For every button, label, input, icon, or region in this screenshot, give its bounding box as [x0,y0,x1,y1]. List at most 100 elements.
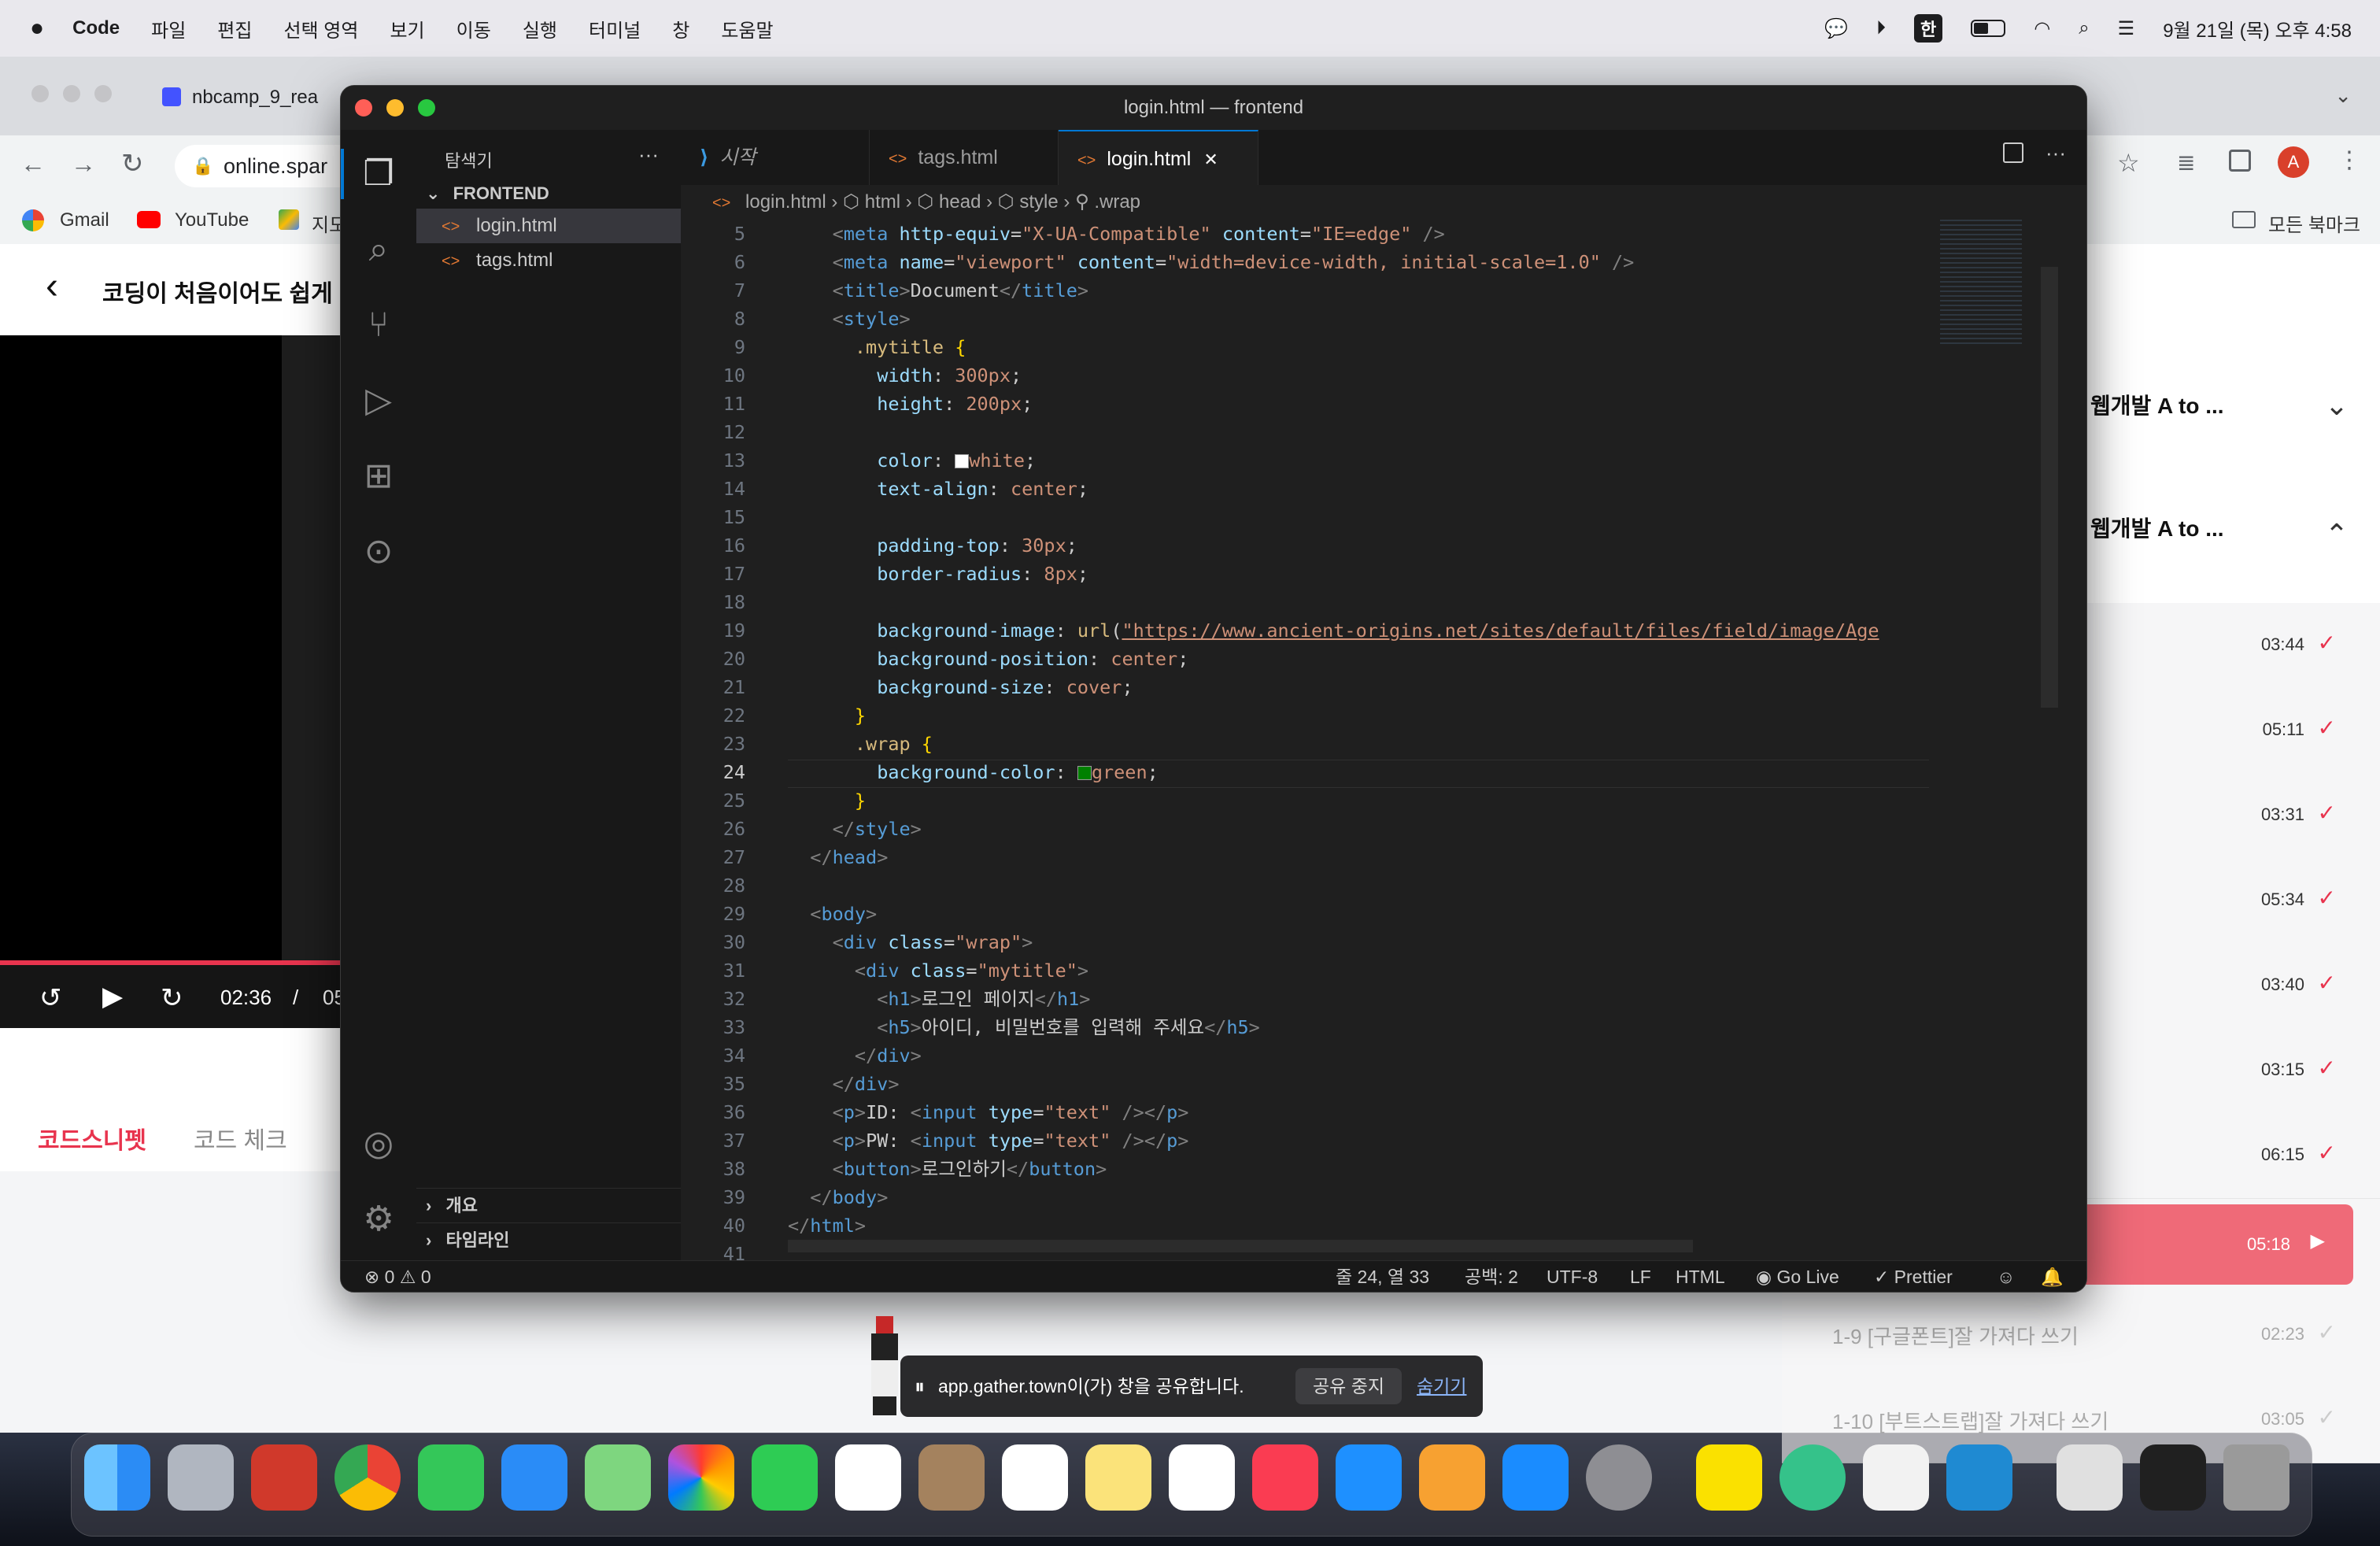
music-file-icon[interactable] [2057,1444,2123,1511]
extensions-icon[interactable]: ⊞ [355,453,402,500]
chrome-zoom-dot[interactable] [94,85,112,102]
encoding[interactable]: UTF-8 [1547,1261,1598,1292]
bookmark-gmail[interactable]: Gmail [60,209,109,231]
bell-icon[interactable]: 🔔 [2041,1261,2064,1292]
menu-view[interactable]: 보기 [390,15,424,43]
window-minimize-button[interactable] [386,99,404,117]
close-tab-icon[interactable]: ✕ [1203,150,1218,169]
address-bar[interactable]: 🔒 online.spar [175,145,364,187]
play-icon[interactable]: ▶ [102,981,123,1012]
chevron-down-icon[interactable]: ⌄ [2325,389,2349,422]
freeform-icon[interactable] [1169,1444,1235,1511]
account-icon[interactable]: ◎ [355,1120,402,1167]
keynote-icon[interactable] [1336,1444,1402,1511]
calendar-icon[interactable] [835,1444,901,1511]
side-panel-icon[interactable] [2229,150,2251,172]
star-icon[interactable]: ☆ [2117,148,2140,178]
chrome-canary-icon[interactable] [1779,1444,1846,1511]
cursor-position[interactable]: 줄 24, 열 33 [1336,1261,1429,1292]
progress-bar[interactable] [0,960,340,965]
search-icon[interactable]: ⌕ [355,226,402,273]
language-mode[interactable]: HTML [1676,1261,1725,1292]
chrome-menu-icon[interactable]: ⋮ [2338,146,2361,174]
menu-terminal[interactable]: 터미널 [589,15,641,43]
menu-run[interactable]: 실행 [523,15,557,43]
outline-section[interactable]: › 개요 [416,1188,681,1223]
tab-login-html[interactable]: <> login.html ✕ [1059,130,1258,185]
gear-icon[interactable]: ⚙ [355,1196,402,1243]
menubar-clock[interactable]: 9월 21일 (목) 오후 4:58 [2163,15,2352,43]
wifi-icon[interactable]: ◠ [2034,17,2050,40]
explorer-icon[interactable]: ❐ [355,150,402,198]
menu-go[interactable]: 이동 [456,15,491,43]
chrome-minimize-dot[interactable] [63,85,80,102]
vscode-icon[interactable] [1946,1444,2012,1511]
menu-selection[interactable]: 선택 영역 [283,15,358,43]
reading-list-icon[interactable]: ≣ [2177,150,2195,176]
breadcrumb-item[interactable]: head [939,191,981,213]
chrome-icon[interactable] [334,1444,401,1511]
tab-code-check[interactable]: 코드 체크 [194,1121,287,1156]
lesson-item[interactable]: 1-9 [구글폰트]잘 가져다 쓰기 02:23 ✓ [1782,1293,2380,1378]
run-debug-icon[interactable]: ▷ [355,377,402,424]
split-editor-icon[interactable] [2003,142,2023,163]
battery-icon[interactable] [1971,20,2006,37]
back-arrow-icon[interactable]: ← [20,150,46,179]
timeline-section[interactable]: › 타임라인 [416,1222,681,1258]
menu-file[interactable]: 파일 [151,15,186,43]
apple-icon[interactable]: ● [30,15,44,42]
spotlight-search-icon[interactable]: ⌕ [2079,17,2089,39]
facetime-icon[interactable] [752,1444,818,1511]
photos-icon[interactable] [668,1444,734,1511]
more-actions-icon[interactable]: ··· [2046,141,2066,165]
bookmark-youtube[interactable]: YouTube [175,209,249,231]
play-circle-icon[interactable]: ⏵ [1876,17,1886,39]
breadcrumb-item[interactable]: .wrap [1094,191,1140,213]
trash-icon[interactable] [2223,1444,2289,1511]
tab-welcome[interactable]: ⟩ 시작 [681,130,870,185]
breadcrumb-item[interactable]: login.html [745,191,826,213]
source-control-icon[interactable]: ⑂ [355,301,402,349]
menu-edit[interactable]: 편집 [217,15,252,43]
prettier-button[interactable]: ✓ Prettier [1874,1261,1953,1292]
reminders-icon[interactable] [1002,1444,1068,1511]
control-center-icon[interactable]: ☰ [2118,17,2135,40]
mail-icon[interactable] [501,1444,567,1511]
go-live-button[interactable]: ◉ Go Live [1756,1261,1839,1292]
chrome-tab[interactable]: nbcamp_9_rea [162,76,318,120]
photo-booth-icon[interactable] [251,1444,317,1511]
file-item-tags[interactable]: <> tags.html [416,243,681,278]
indentation[interactable]: 공백: 2 [1465,1261,1518,1292]
breadcrumb-item[interactable]: html [865,191,900,213]
folder-header[interactable]: ⌄ FRONTEND [416,179,681,209]
file-item-login[interactable]: <> login.html [416,209,681,243]
breadcrumb-item[interactable]: style [1019,191,1058,213]
vertical-scrollbar[interactable] [2041,267,2058,708]
pages-icon[interactable] [1419,1444,1485,1511]
window-preview-icon[interactable] [2140,1444,2206,1511]
video-player[interactable] [0,335,340,1028]
finder-icon[interactable] [84,1444,150,1511]
skip-back-icon[interactable]: ↺ [39,982,62,1014]
chevron-down-icon[interactable]: ⌄ [2334,83,2352,108]
menubar-app-name[interactable]: Code [72,17,120,39]
feedback-icon[interactable]: ☺ [1997,1261,2015,1292]
forward-arrow-icon[interactable]: → [71,150,96,179]
errors-warnings[interactable]: ⊗ 0 ⚠ 0 [364,1261,431,1292]
input-method-indicator[interactable]: 한 [1914,14,1943,43]
reload-icon[interactable]: ↻ [121,148,144,179]
stop-sharing-button[interactable]: 공유 중지 [1295,1368,1402,1404]
hide-link[interactable]: 숨기기 [1417,1356,1466,1417]
app-store-icon[interactable] [1502,1444,1569,1511]
all-bookmarks[interactable]: 모든 북마크 [2268,209,2360,237]
window-close-button[interactable] [355,99,372,117]
chrome-close-dot[interactable] [31,85,49,102]
horizontal-scrollbar[interactable] [788,1240,1693,1252]
tab-tags-html[interactable]: <> tags.html [870,130,1059,185]
kakaotalk-icon[interactable] [1696,1444,1762,1511]
back-chevron-icon[interactable]: ‹ [46,264,58,308]
contacts-icon[interactable] [918,1444,985,1511]
minimap[interactable] [1940,220,2022,346]
line-ending[interactable]: LF [1630,1261,1651,1292]
launchpad-icon[interactable] [168,1444,234,1511]
